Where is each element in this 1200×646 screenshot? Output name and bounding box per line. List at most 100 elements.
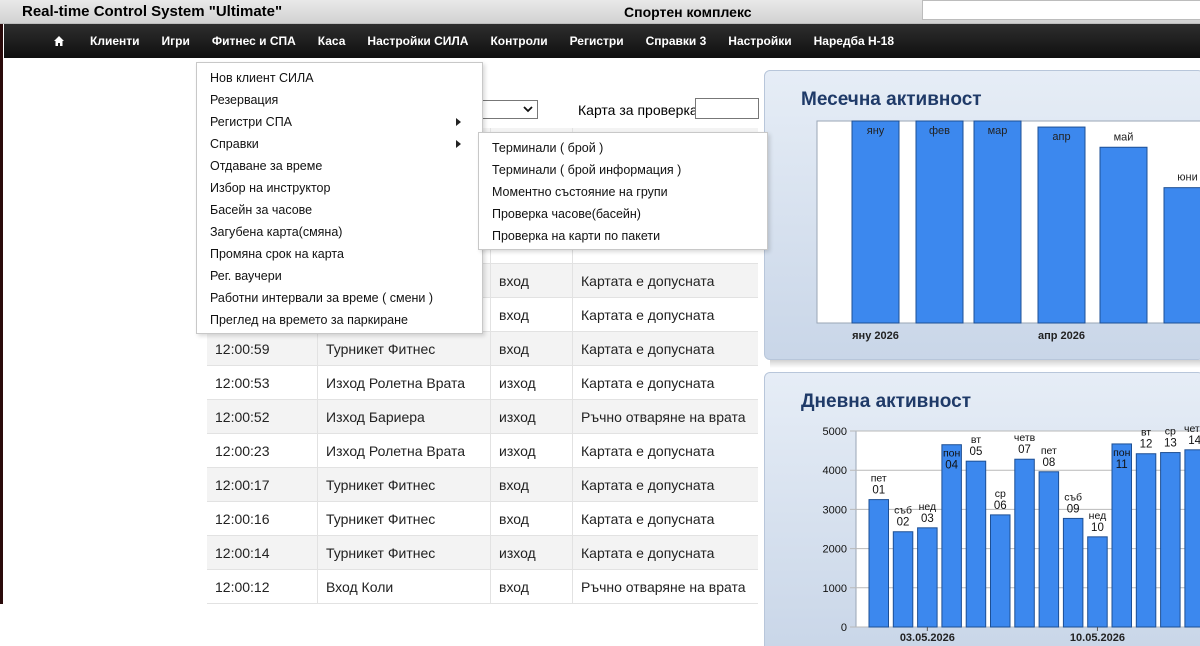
table-row[interactable]: 12:00:12 Вход Коли вход Ръчно отваряне на в…	[207, 570, 758, 604]
bar[interactable]	[1037, 126, 1086, 324]
menu-item[interactable]: Промяна срок на карта	[210, 244, 344, 264]
menu-item[interactable]: Резервация	[210, 90, 278, 110]
bar-num-label: 07	[1018, 444, 1031, 456]
bar[interactable]	[868, 499, 889, 628]
bar[interactable]	[941, 444, 962, 628]
event-device: Вход Коли	[318, 570, 491, 604]
event-status: Картата е допусната	[581, 511, 715, 527]
nav-item[interactable]: Наредба Н-18	[803, 24, 905, 58]
bar[interactable]	[1014, 458, 1035, 628]
daily-activity-panel: Дневна активност 0 1000 2000 3000 4000 5000 пе…	[764, 372, 1200, 646]
nav-item[interactable]: Фитнес и СПА	[201, 24, 307, 58]
nav-item[interactable]: Справки 3	[635, 24, 718, 58]
title-bar-field[interactable]	[922, 0, 1200, 20]
bar[interactable]	[1038, 471, 1060, 628]
nav-item[interactable]: Игри	[151, 24, 201, 58]
event-direction: вход	[491, 332, 573, 366]
nav-item[interactable]: Регистри	[559, 24, 635, 58]
bar[interactable]	[965, 460, 987, 628]
bar-day-label: четв	[1014, 432, 1036, 444]
bar-label: апр	[1052, 131, 1070, 143]
menu-item[interactable]: Преглед на времето за паркиране	[210, 310, 408, 330]
event-device: Турникет Фитнес	[318, 536, 491, 570]
bar-num-label: 03	[921, 513, 934, 525]
event-device: Турникет Фитнес	[318, 468, 491, 502]
nav-item[interactable]: Настройки СИЛА	[356, 24, 479, 58]
bar-num-label: 12	[1140, 439, 1153, 451]
menu-item[interactable]: Басейн за часове	[210, 200, 312, 220]
fitness-spa-dropdown: Нов клиент СИЛА Резервация Регистри СПА Спр…	[196, 62, 483, 334]
event-status: Картата е допусната	[581, 375, 715, 391]
table-row[interactable]: 12:00:17 Турникет Фитнес вход Картата е доп…	[207, 468, 758, 502]
event-direction: изход	[491, 400, 573, 434]
monthly-activity-chart: яну фев мар апр май юни яну 2026 апр 2026	[816, 120, 1200, 342]
menu-item[interactable]: Нов клиент СИЛА	[210, 68, 314, 88]
table-row[interactable]: 12:00:16 Турникет Фитнес вход Картата е доп…	[207, 502, 758, 536]
event-time: 12:00:12	[207, 570, 318, 604]
bar-num-label: 11	[1116, 459, 1128, 471]
bar[interactable]	[1163, 187, 1200, 324]
bar-num-label: 05	[970, 446, 983, 458]
panel-shadow	[770, 360, 1200, 368]
menu-item[interactable]: Отдаване за време	[210, 156, 322, 176]
bar[interactable]	[917, 527, 938, 628]
bar[interactable]	[973, 120, 1022, 324]
bar[interactable]	[1062, 517, 1084, 628]
bar-label: май	[1114, 131, 1134, 143]
menu-item[interactable]: Регистри СПА	[210, 112, 292, 132]
submenu-item[interactable]: Моментно състояние на групи	[492, 182, 668, 202]
bar-day-label: вт	[971, 434, 981, 446]
bar-num-label: 01	[872, 485, 885, 497]
bar-num-label: 08	[1042, 457, 1055, 469]
menu-item[interactable]: Справки	[210, 134, 259, 154]
nav-item[interactable]: Клиенти	[79, 24, 151, 58]
event-time: 12:00:23	[207, 434, 318, 468]
x-tick-label: 03.05.2026	[900, 632, 955, 644]
table-row[interactable]: 12:00:14 Турникет Фитнес изход Картата е до…	[207, 536, 758, 570]
card-check-label: Карта за проверка:	[578, 102, 702, 118]
bar[interactable]	[1099, 146, 1148, 324]
menu-item[interactable]: Избор на инструктор	[210, 178, 330, 198]
submenu-item[interactable]: Проверка часове(басейн)	[492, 204, 641, 224]
nav-item[interactable]: Каса	[307, 24, 357, 58]
table-row[interactable]: 12:00:23 Изход Ролетна Врата изход Картата …	[207, 434, 758, 468]
y-tick-label: 4000	[823, 465, 847, 477]
bar[interactable]	[1160, 452, 1181, 628]
bar[interactable]	[1087, 536, 1108, 628]
table-row[interactable]: 12:00:53 Изход Ролетна Врата изход Картата …	[207, 366, 758, 400]
y-tick-label: 5000	[823, 426, 847, 438]
bar[interactable]	[1184, 449, 1200, 628]
bar-num-label: 04	[945, 460, 958, 472]
bar[interactable]	[1111, 443, 1132, 628]
event-time: 12:00:14	[207, 536, 318, 570]
bar[interactable]	[892, 531, 914, 628]
submenu-item[interactable]: Терминали ( брой информация )	[492, 160, 681, 180]
home-button[interactable]	[42, 24, 76, 58]
menu-item[interactable]: Работни интервали за време ( смени )	[210, 288, 433, 308]
table-row[interactable]: 12:00:52 Изход Бариера изход Ръчно отваряне…	[207, 400, 758, 434]
bar[interactable]	[851, 120, 900, 324]
table-row[interactable]: 12:00:59 Турникет Фитнес вход Картата е доп…	[207, 332, 758, 366]
bar-num-label: 06	[994, 500, 1007, 512]
submenu-item[interactable]: Проверка на карти по пакети	[492, 226, 660, 246]
submenu-item[interactable]: Терминали ( брой )	[492, 138, 603, 158]
card-check-input[interactable]	[695, 98, 759, 119]
bar[interactable]	[1135, 453, 1157, 628]
x-tick-label: 10.05.2026	[1070, 632, 1125, 644]
bar-day-label: пет	[871, 473, 887, 485]
x-tick-label: апр 2026	[1038, 330, 1085, 342]
bar-day-label: съб	[894, 505, 912, 517]
menu-item[interactable]: Рег. ваучери	[210, 266, 282, 286]
bar-day-label: нед	[1089, 510, 1107, 522]
bar-day-label: четв	[1184, 423, 1200, 435]
nav-item[interactable]: Контроли	[479, 24, 558, 58]
bar[interactable]	[990, 514, 1011, 628]
menu-item[interactable]: Загубена карта(смяна)	[210, 222, 342, 242]
nav-item[interactable]: Настройки	[717, 24, 802, 58]
bar-label: яну	[867, 125, 885, 137]
y-tick-label: 1000	[823, 583, 847, 595]
nav-menu: Клиенти Игри Фитнес и СПА Каса Настройки СИЛ…	[79, 24, 905, 58]
bar[interactable]	[915, 120, 964, 324]
filter-select[interactable]	[478, 100, 538, 119]
bar-day-label: ср	[995, 488, 1006, 500]
